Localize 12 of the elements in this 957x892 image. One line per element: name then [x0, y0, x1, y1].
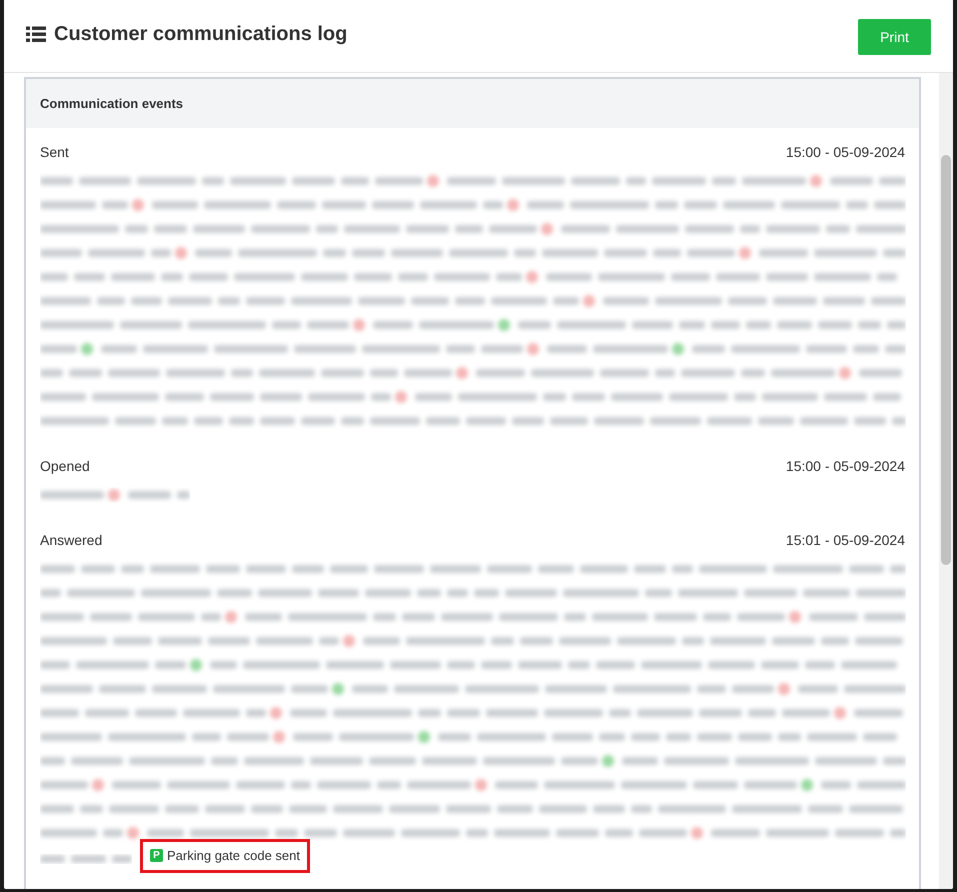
dialog-title: Customer communications log [54, 22, 348, 47]
event-time: 15:01 - 05-09-2024 [786, 531, 905, 550]
event-time: 15:00 - 05-09-2024 [786, 143, 905, 162]
list-icon [26, 26, 46, 42]
event-label: Opened [40, 457, 90, 476]
event-time: 15:00 - 05-09-2024 [786, 457, 905, 476]
event-label: Answered [40, 531, 102, 550]
event-label: Sent [40, 143, 69, 162]
tag-text: Parking gate code sent [167, 847, 300, 865]
parking-badge: P [150, 849, 163, 862]
panel-title: Communication events [40, 94, 184, 113]
print-button[interactable]: Print [858, 19, 931, 55]
